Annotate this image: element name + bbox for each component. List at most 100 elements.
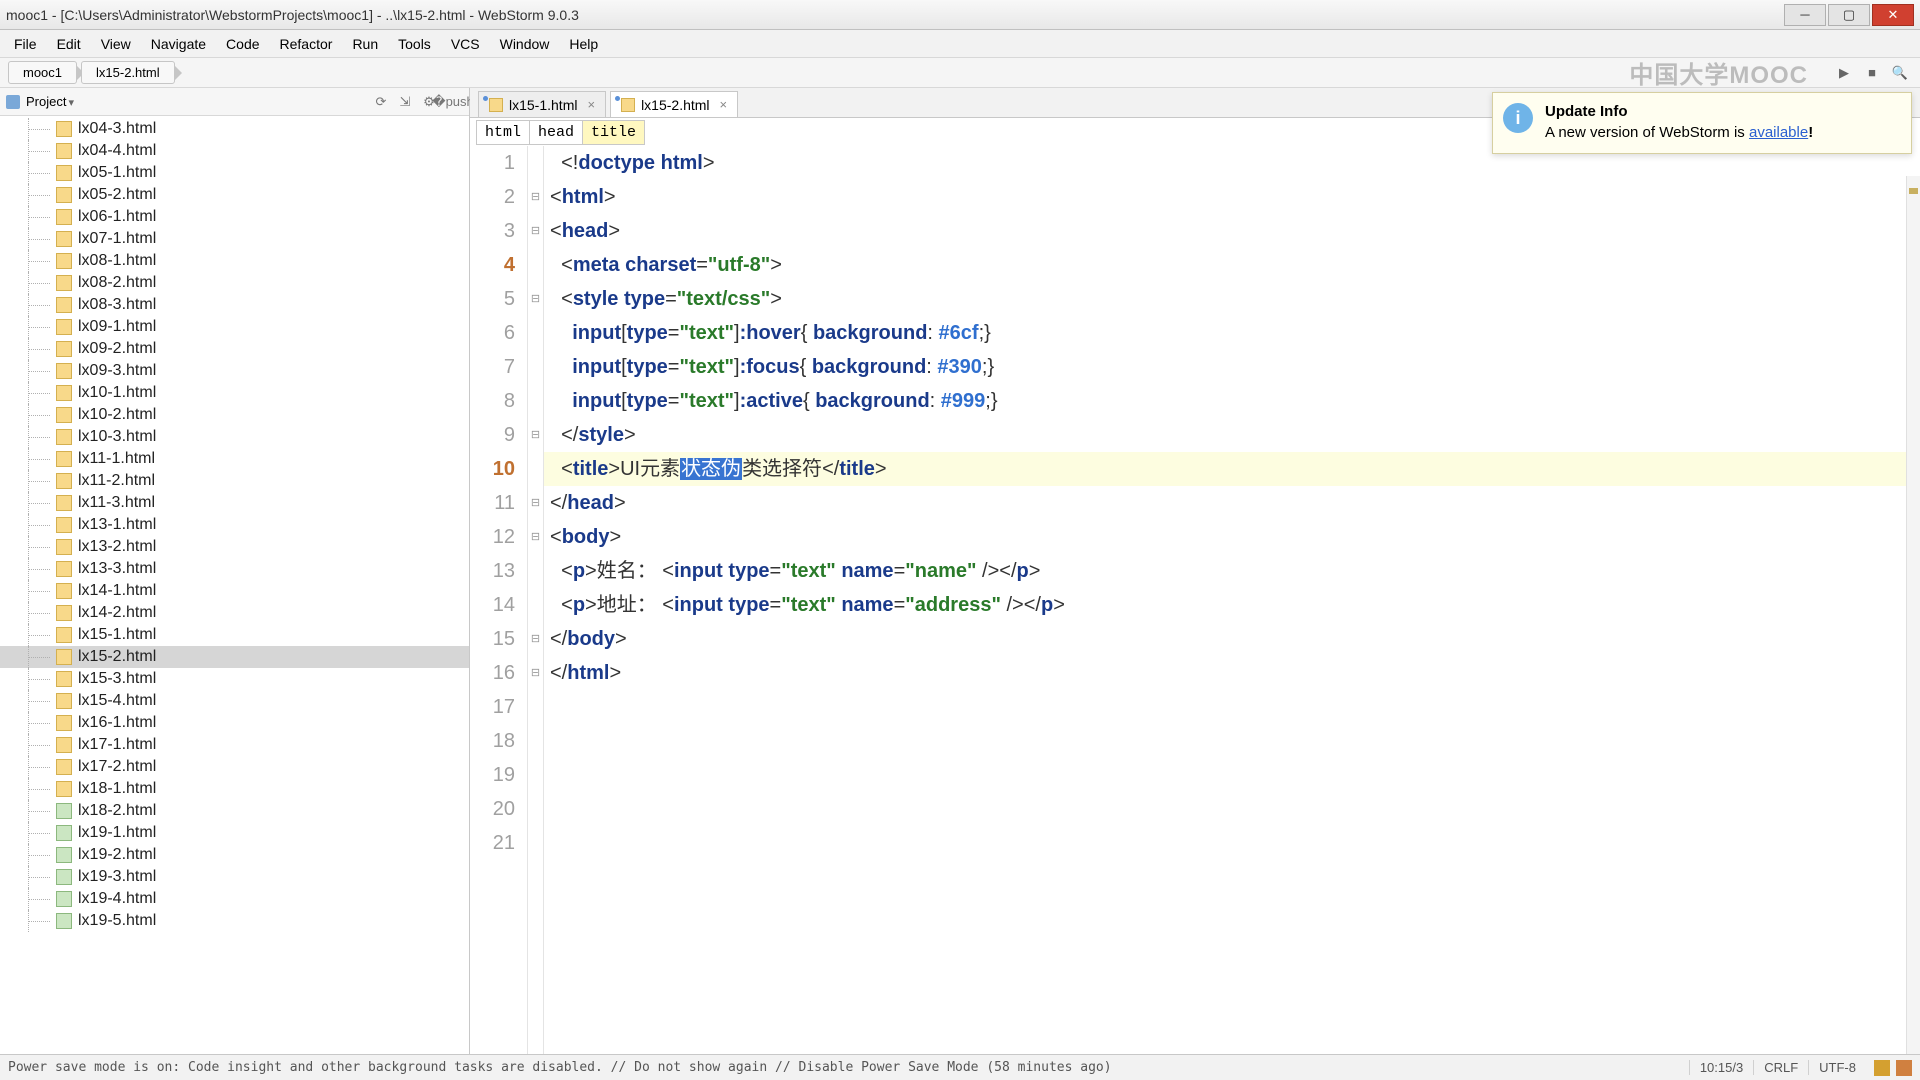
mark-icon <box>1909 188 1918 194</box>
file-item[interactable]: lx14-2.html <box>0 602 469 624</box>
minimize-button[interactable]: ─ <box>1784 4 1826 26</box>
menu-file[interactable]: File <box>4 32 47 56</box>
menu-help[interactable]: Help <box>559 32 608 56</box>
file-item[interactable]: lx19-4.html <box>0 888 469 910</box>
file-item[interactable]: lx19-1.html <box>0 822 469 844</box>
line-ending[interactable]: CRLF <box>1753 1060 1808 1075</box>
scrollbar-marks[interactable] <box>1906 176 1920 1054</box>
file-item[interactable]: lx09-1.html <box>0 316 469 338</box>
project-title[interactable]: Project <box>6 94 367 109</box>
file-item[interactable]: lx19-5.html <box>0 910 469 932</box>
file-item[interactable]: lx05-2.html <box>0 184 469 206</box>
file-item[interactable]: lx15-4.html <box>0 690 469 712</box>
file-item[interactable]: lx19-3.html <box>0 866 469 888</box>
file-item[interactable]: lx11-1.html <box>0 448 469 470</box>
update-notification[interactable]: i Update Info A new version of WebStorm … <box>1492 92 1912 154</box>
code-lines[interactable]: <!doctype html><html><head> <meta charse… <box>544 146 1920 1054</box>
menu-refactor[interactable]: Refactor <box>270 32 343 56</box>
file-icon <box>56 583 72 599</box>
file-item[interactable]: lx11-3.html <box>0 492 469 514</box>
mooc-watermark: 中国大学MOOC <box>1629 55 1808 90</box>
editor-tab[interactable]: lx15-2.html× <box>610 91 738 117</box>
file-item[interactable]: lx18-1.html <box>0 778 469 800</box>
collapse-icon[interactable]: ⇲ <box>395 92 415 112</box>
file-item[interactable]: lx04-3.html <box>0 118 469 140</box>
file-item[interactable]: lx19-2.html <box>0 844 469 866</box>
lock-icon[interactable] <box>1874 1060 1890 1076</box>
file-item[interactable]: lx14-1.html <box>0 580 469 602</box>
breadcrumb-file[interactable]: lx15-2.html <box>81 61 175 84</box>
encoding[interactable]: UTF-8 <box>1808 1060 1866 1075</box>
file-item[interactable]: lx17-2.html <box>0 756 469 778</box>
file-icon <box>56 517 72 533</box>
file-item[interactable]: lx10-3.html <box>0 426 469 448</box>
menu-navigate[interactable]: Navigate <box>141 32 216 56</box>
file-icon <box>56 407 72 423</box>
inspector-icon[interactable] <box>1896 1060 1912 1076</box>
menu-tools[interactable]: Tools <box>388 32 441 56</box>
file-item[interactable]: lx18-2.html <box>0 800 469 822</box>
info-icon: i <box>1503 103 1533 133</box>
menu-vcs[interactable]: VCS <box>441 32 490 56</box>
crumb-html[interactable]: html <box>476 120 530 145</box>
file-item[interactable]: lx10-1.html <box>0 382 469 404</box>
menu-window[interactable]: Window <box>490 32 560 56</box>
file-item[interactable]: lx13-2.html <box>0 536 469 558</box>
file-item[interactable]: lx10-2.html <box>0 404 469 426</box>
file-item[interactable]: lx15-3.html <box>0 668 469 690</box>
menu-run[interactable]: Run <box>342 32 388 56</box>
file-icon <box>621 98 635 112</box>
run-icon[interactable]: ▶ <box>1832 61 1856 85</box>
file-item[interactable]: lx04-4.html <box>0 140 469 162</box>
file-item[interactable]: lx09-2.html <box>0 338 469 360</box>
maximize-button[interactable]: ▢ <box>1828 4 1870 26</box>
crumb-title[interactable]: title <box>582 120 645 145</box>
file-item[interactable]: lx08-3.html <box>0 294 469 316</box>
close-tab-icon[interactable]: × <box>587 97 595 112</box>
file-icon <box>56 913 72 929</box>
status-message[interactable]: Power save mode is on: Code insight and … <box>8 1060 1689 1075</box>
code-editor[interactable]: 123456789101112131415161718192021 ⊟⊟⊟⊟⊟⊟… <box>470 146 1920 1054</box>
file-icon <box>56 825 72 841</box>
hide-icon[interactable]: �push <box>443 92 463 112</box>
file-icon <box>56 165 72 181</box>
editor-area: lx15-1.html×lx15-2.html× html head title… <box>470 88 1920 1054</box>
menu-code[interactable]: Code <box>216 32 269 56</box>
search-icon[interactable]: 🔍 <box>1888 61 1912 85</box>
window-title: mooc1 - [C:\Users\Administrator\Webstorm… <box>6 7 579 23</box>
stop-icon[interactable]: ■ <box>1860 61 1884 85</box>
file-item[interactable]: lx15-2.html <box>0 646 469 668</box>
file-item[interactable]: lx05-1.html <box>0 162 469 184</box>
line-gutter[interactable]: 123456789101112131415161718192021 <box>470 146 528 1054</box>
file-icon <box>56 847 72 863</box>
file-icon <box>56 429 72 445</box>
file-item[interactable]: lx09-3.html <box>0 360 469 382</box>
menu-view[interactable]: View <box>91 32 141 56</box>
close-button[interactable]: ✕ <box>1872 4 1914 26</box>
file-item[interactable]: lx15-1.html <box>0 624 469 646</box>
file-item[interactable]: lx08-1.html <box>0 250 469 272</box>
close-tab-icon[interactable]: × <box>720 97 728 112</box>
file-item[interactable]: lx13-3.html <box>0 558 469 580</box>
file-icon <box>56 231 72 247</box>
editor-tab[interactable]: lx15-1.html× <box>478 91 606 117</box>
file-item[interactable]: lx06-1.html <box>0 206 469 228</box>
crumb-head[interactable]: head <box>529 120 583 145</box>
breadcrumb-project[interactable]: mooc1 <box>8 61 77 84</box>
file-icon <box>56 891 72 907</box>
file-item[interactable]: lx11-2.html <box>0 470 469 492</box>
file-icon <box>489 98 503 112</box>
file-item[interactable]: lx08-2.html <box>0 272 469 294</box>
refresh-icon[interactable]: ⟳ <box>371 92 391 112</box>
caret-position[interactable]: 10:15/3 <box>1689 1060 1753 1075</box>
file-item[interactable]: lx13-1.html <box>0 514 469 536</box>
file-item[interactable]: lx16-1.html <box>0 712 469 734</box>
file-icon <box>56 297 72 313</box>
fold-gutter[interactable]: ⊟⊟⊟⊟⊟⊟⊟⊟ <box>528 146 544 1054</box>
file-item[interactable]: lx17-1.html <box>0 734 469 756</box>
file-icon <box>56 561 72 577</box>
available-link[interactable]: available <box>1749 124 1808 141</box>
menu-edit[interactable]: Edit <box>47 32 91 56</box>
project-tree[interactable]: lx04-3.htmllx04-4.htmllx05-1.htmllx05-2.… <box>0 116 469 1054</box>
file-item[interactable]: lx07-1.html <box>0 228 469 250</box>
